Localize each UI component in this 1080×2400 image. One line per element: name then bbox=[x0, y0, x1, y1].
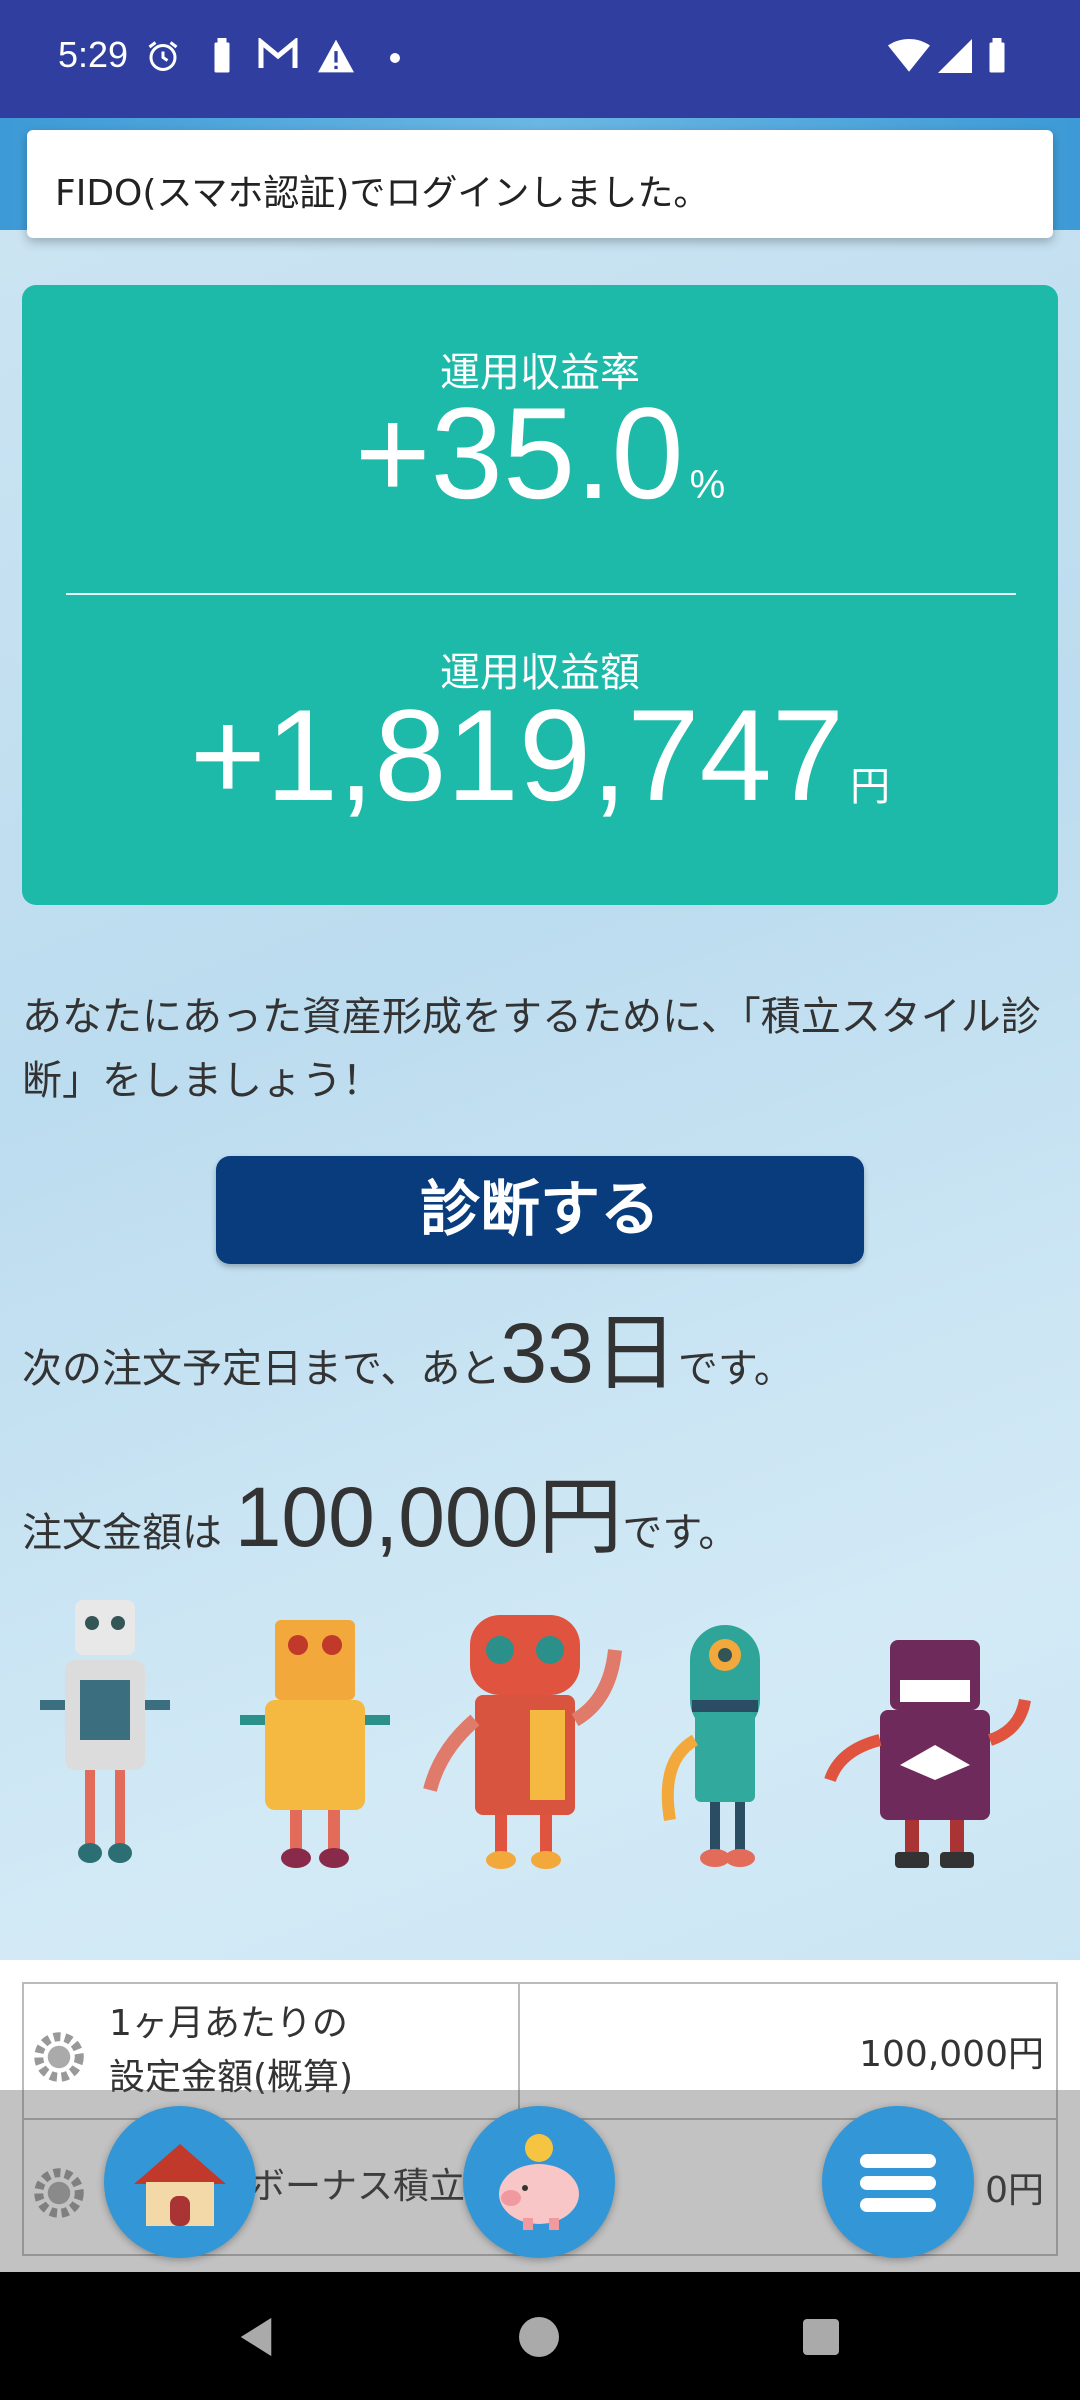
robots-illustration bbox=[40, 1600, 1031, 1869]
robot-white-icon bbox=[40, 1600, 170, 1863]
status-time: 5:29 bbox=[58, 34, 129, 75]
robot-red-icon bbox=[423, 1615, 622, 1869]
return-amount: +1,819,747 円 bbox=[22, 685, 1058, 857]
intro-text: あなたにあった資産形成をするために、「積立スタイル診断」をしましょう！ bbox=[22, 994, 1041, 1104]
return-amount-value: +1,819,747 bbox=[189, 682, 845, 828]
signal-icon bbox=[938, 39, 972, 73]
returns-card: 運用収益率 +35.0% 運用収益額 +1,819,747 円 bbox=[22, 285, 1058, 905]
next-order-line: 次の注文予定日まで、あと33日です。 bbox=[22, 1286, 794, 1407]
next-order-prefix: 次の注文予定日まで、あと bbox=[22, 1346, 501, 1392]
wifi-icon bbox=[888, 38, 930, 72]
next-order-suffix: です。 bbox=[677, 1346, 794, 1392]
robot-purple-icon bbox=[824, 1640, 1031, 1868]
back-icon[interactable] bbox=[236, 2316, 276, 2358]
gear-icon bbox=[34, 2032, 84, 2082]
home-button[interactable] bbox=[104, 2106, 256, 2258]
system-nav-bar bbox=[0, 2272, 1080, 2400]
order-amount-value: 100,000円 bbox=[234, 1470, 623, 1564]
return-rate-value: +35.0 bbox=[354, 380, 684, 526]
order-amount-prefix: 注文金額は bbox=[22, 1510, 222, 1556]
login-toast: FIDO(スマホ認証)でログインしました。 bbox=[27, 130, 1053, 238]
battery-icon bbox=[989, 38, 1005, 73]
alarm-icon bbox=[148, 41, 178, 71]
return-amount-unit: 円 bbox=[850, 765, 891, 809]
battery-saver-icon bbox=[214, 38, 230, 73]
return-rate: +35.0% bbox=[22, 383, 1058, 555]
toast-message: FIDO(スマホ認証)でログインしました。 bbox=[55, 173, 710, 214]
status-bar: 5:29 bbox=[0, 0, 1080, 118]
return-rate-unit: % bbox=[689, 463, 726, 507]
next-order-days: 33日 bbox=[500, 1306, 678, 1400]
menu-icon bbox=[860, 2154, 936, 2212]
menu-button[interactable] bbox=[822, 2106, 974, 2258]
diagnose-button[interactable]: 診断する bbox=[216, 1156, 864, 1264]
home-icon bbox=[134, 2144, 226, 2226]
order-amount-suffix: です。 bbox=[622, 1510, 739, 1556]
card-divider bbox=[66, 593, 1016, 595]
dot-icon bbox=[390, 53, 400, 63]
order-amount-line: 注文金額は 100,000円です。 bbox=[22, 1450, 738, 1571]
robot-teal-icon bbox=[661, 1625, 760, 1867]
home-nav-icon[interactable] bbox=[517, 2315, 561, 2359]
robot-yellow-icon bbox=[240, 1620, 390, 1868]
gmail-icon bbox=[258, 38, 298, 68]
monthly-amount-label-line1: 1ヶ月あたりの bbox=[109, 2003, 348, 2044]
warning-icon bbox=[318, 39, 354, 73]
savings-button[interactable] bbox=[463, 2106, 615, 2258]
piggy-bank-icon bbox=[499, 2134, 579, 2230]
recents-icon[interactable] bbox=[801, 2317, 841, 2357]
